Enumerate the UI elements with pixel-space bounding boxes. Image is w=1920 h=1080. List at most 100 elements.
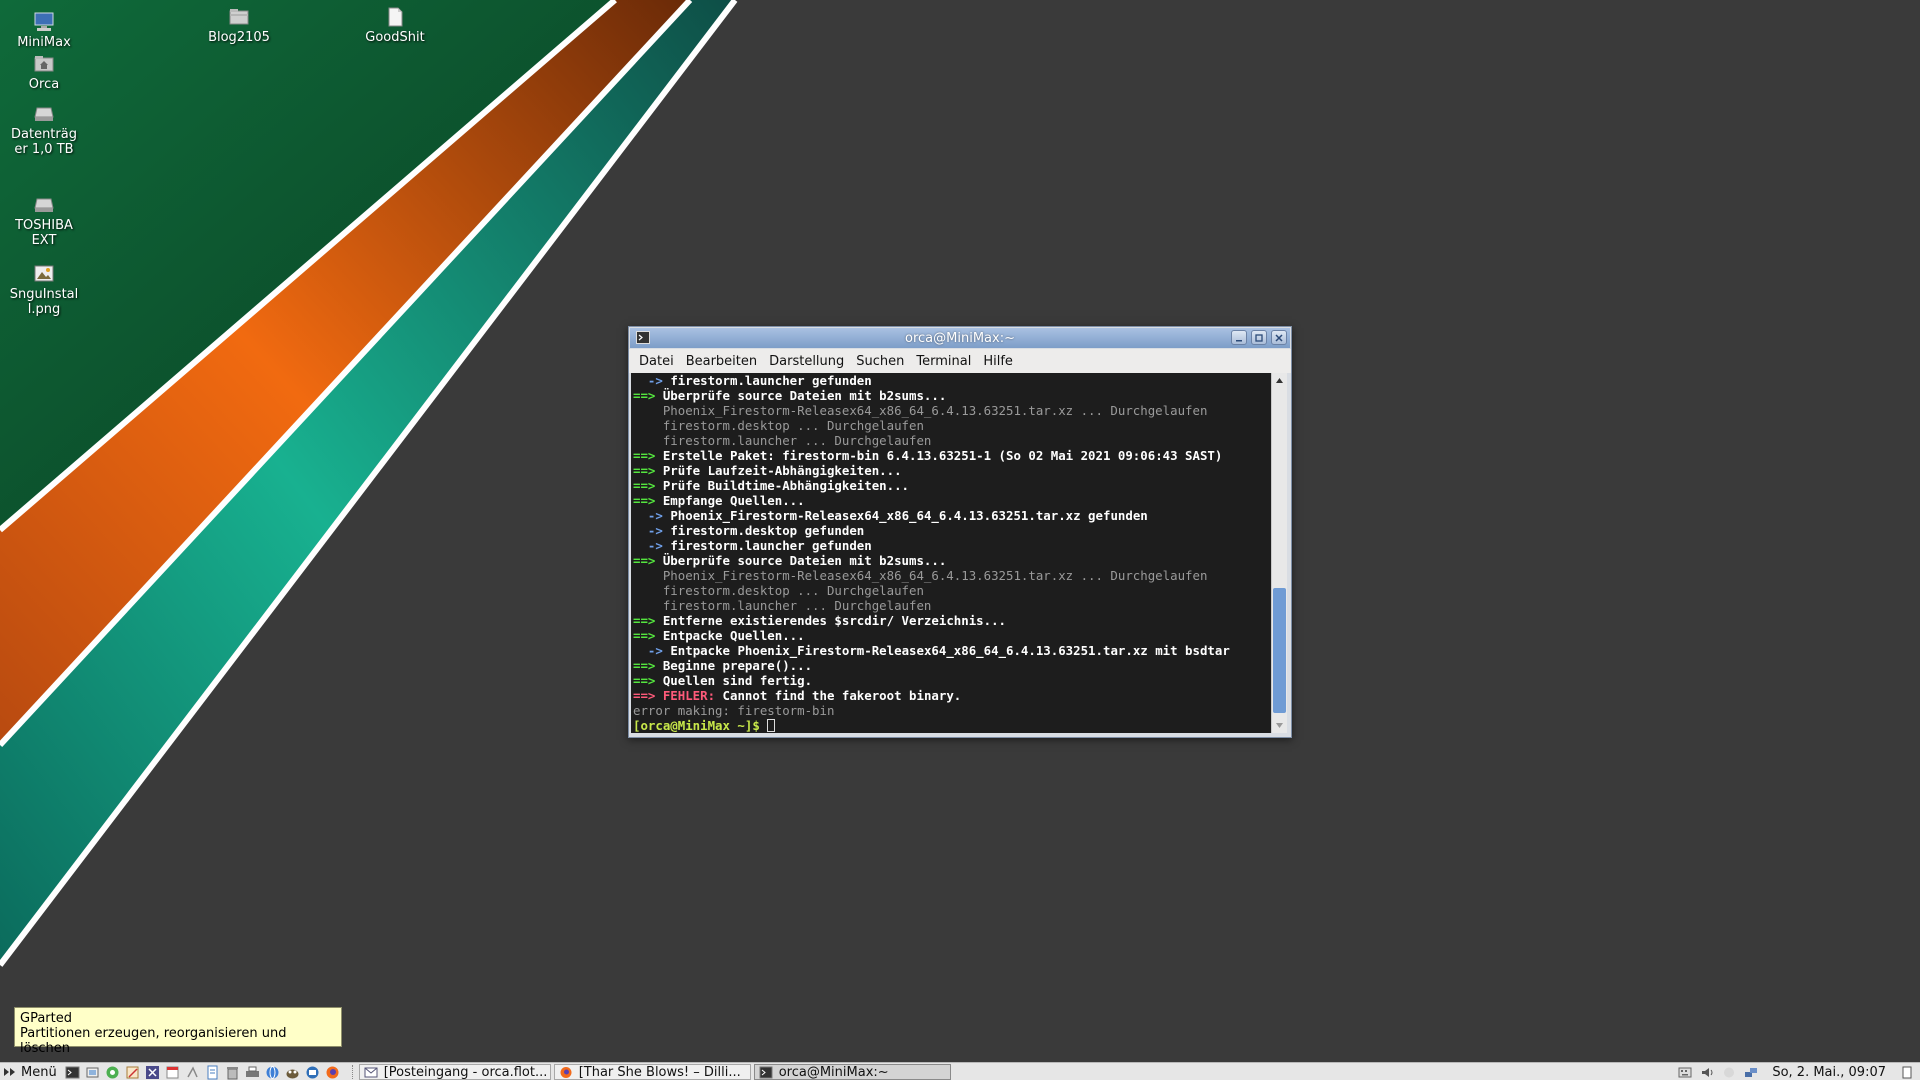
terminal-icon (636, 331, 650, 344)
firefox-icon[interactable] (325, 1065, 340, 1080)
terminal-text: firestorm.launcher gefunden (670, 373, 872, 388)
drive-icon (34, 198, 54, 212)
close-button[interactable] (1271, 330, 1287, 345)
terminal-text: Phoenix_Firestorm-Releasex64_x86_64_6.4.… (633, 568, 1208, 583)
gparted-tooltip: GParted Partitionen erzeugen, reorganisi… (14, 1007, 342, 1056)
menu-bearbeiten[interactable]: Bearbeiten (680, 354, 763, 369)
terminal-text: Empfange Quellen... (662, 493, 805, 508)
home-folder-icon (34, 56, 54, 72)
folder-icon (229, 9, 249, 25)
maximize-icon (1255, 333, 1263, 342)
close-icon (1275, 333, 1283, 342)
terminal-line: ==> FEHLER: Cannot find the fakeroot bin… (633, 688, 1271, 703)
terminal-icon[interactable] (65, 1065, 80, 1080)
menu-suchen[interactable]: Suchen (850, 354, 910, 369)
terminal-line: ==> Entpacke Quellen... (633, 628, 1271, 643)
printer-icon[interactable] (245, 1065, 260, 1080)
desktop-icon-goodshit[interactable]: GoodShit (351, 7, 439, 45)
menu-datei[interactable]: Datei (633, 354, 680, 369)
keyboard-icon[interactable] (1678, 1066, 1692, 1079)
volume-icon[interactable] (1700, 1066, 1714, 1079)
firefox-icon (560, 1066, 572, 1078)
desktop-icon-snguinstall[interactable]: SnguInstall.png (0, 264, 88, 317)
browser-icon[interactable] (265, 1065, 280, 1080)
terminal-text: -> (633, 643, 671, 658)
terminal-text: -> (633, 508, 671, 523)
terminal-text: Phoenix_Firestorm-Releasex64_x86_64_6.4.… (633, 403, 1208, 418)
notes-icon[interactable] (185, 1065, 200, 1080)
settings-icon[interactable] (145, 1065, 160, 1080)
taskbar-separator (351, 1065, 355, 1079)
terminal-text: -> (633, 523, 671, 538)
task-posteingang[interactable]: [Posteingang - orca.flot... (358, 1064, 551, 1080)
document-icon[interactable] (205, 1065, 220, 1080)
terminal-window[interactable]: orca@MiniMax:~ Datei Bearbeiten Darstell… (628, 326, 1292, 738)
clock[interactable]: So, 2. Mai., 09:07 (1772, 1065, 1886, 1080)
terminal-text: Beginne prepare()... (662, 658, 813, 673)
maximize-button[interactable] (1251, 330, 1267, 345)
trash-icon[interactable] (225, 1065, 240, 1080)
terminal-line: -> firestorm.launcher gefunden (633, 538, 1271, 553)
task-terminal[interactable]: orca@MiniMax:~ (753, 1064, 951, 1080)
terminal-text: firestorm.desktop ... Durchgelaufen (633, 418, 924, 433)
calendar-icon[interactable] (165, 1065, 180, 1080)
terminal-text: Prüfe Laufzeit-Abhängigkeiten... (662, 463, 902, 478)
desktop-icon-blog2105[interactable]: Blog2105 (195, 7, 283, 45)
terminal-output[interactable]: -> firestorm.launcher gefunden ==> Überpr… (631, 373, 1272, 733)
terminal-text: firestorm.desktop ... Durchgelaufen (633, 583, 924, 598)
terminal-line: -> Phoenix_Firestorm-Releasex64_x86_64_6… (633, 508, 1271, 523)
minimize-icon (1236, 339, 1242, 341)
scrollbar-thumb[interactable] (1273, 588, 1287, 713)
window-titlebar[interactable]: orca@MiniMax:~ (630, 328, 1290, 348)
desktop-icon-datentraeger[interactable]: Datenträger 1,0 TB (0, 104, 88, 157)
gimp-icon[interactable] (285, 1065, 300, 1080)
files-icon[interactable] (85, 1065, 100, 1080)
terminal-text: Phoenix_Firestorm-Releasex64_x86_64_6.4.… (670, 508, 1148, 523)
terminal-line: Phoenix_Firestorm-Releasex64_x86_64_6.4.… (633, 568, 1271, 583)
desktop-icon-minimax[interactable]: MiniMax (0, 12, 88, 50)
scroll-down-icon[interactable] (1275, 721, 1284, 730)
text-editor-icon[interactable] (125, 1065, 140, 1080)
terminal-text: Überprüfe source Dateien mit b2sums... (662, 388, 947, 403)
terminal-line: ==> Empfange Quellen... (633, 493, 1271, 508)
system-tray: So, 2. Mai., 09:07 (1678, 1065, 1920, 1080)
update-icon[interactable] (1722, 1066, 1736, 1079)
show-desktop-icon[interactable] (1900, 1066, 1914, 1079)
terminal-text: Quellen sind fertig. (662, 673, 813, 688)
terminal-line: firestorm.launcher ... Durchgelaufen (633, 433, 1271, 448)
desktop-icon-toshiba-ext[interactable]: TOSHIBA EXT (0, 195, 88, 248)
terminal-line: -> firestorm.launcher gefunden (633, 373, 1271, 388)
terminal-text: firestorm.launcher gefunden (670, 538, 872, 553)
network-icon[interactable] (105, 1065, 120, 1080)
terminal-line: ==> Entferne existierendes $srcdir/ Verz… (633, 613, 1271, 628)
menu-hilfe[interactable]: Hilfe (977, 354, 1019, 369)
tooltip-title: GParted (20, 1011, 72, 1026)
terminal-text: Entferne existierendes $srcdir/ Verzeich… (662, 613, 1006, 628)
network-icon[interactable] (1744, 1066, 1758, 1079)
terminal-line: -> Entpacke Phoenix_Firestorm-Releasex64… (633, 643, 1271, 658)
window-title: orca@MiniMax:~ (905, 330, 1015, 346)
terminal-scrollbar[interactable] (1271, 373, 1287, 733)
document-icon (388, 7, 403, 27)
terminal-text: ==> (633, 448, 663, 463)
thunderbird-icon[interactable] (305, 1065, 320, 1080)
image-file-icon (34, 265, 54, 282)
terminal-line: ==> Prüfe Laufzeit-Abhängigkeiten... (633, 463, 1271, 478)
menu-icon (4, 1068, 15, 1076)
minimize-button[interactable] (1231, 330, 1247, 345)
menu-darstellung[interactable]: Darstellung (763, 354, 850, 369)
terminal-text: ==> (633, 478, 663, 493)
terminal-text: -> (633, 373, 671, 388)
start-menu-button[interactable]: Menü (0, 1063, 61, 1080)
menu-terminal[interactable]: Terminal (910, 354, 977, 369)
terminal-line: Phoenix_Firestorm-Releasex64_x86_64_6.4.… (633, 403, 1271, 418)
desktop-icon-orca[interactable]: Orca (0, 54, 88, 92)
drive-icon (34, 107, 54, 121)
terminal-text: ==> FEHLER: (633, 688, 723, 703)
terminal-text: Entpacke Phoenix_Firestorm-Releasex64_x8… (670, 643, 1230, 658)
scroll-up-icon[interactable] (1275, 376, 1284, 385)
tooltip-text: Partitionen erzeugen, reorganisieren und… (20, 1026, 287, 1056)
task-firefox[interactable]: [Thar She Blows! – Dilli... (553, 1064, 751, 1080)
terminal-line: [orca@MiniMax ~]$ (633, 718, 1271, 733)
terminal-text: firestorm.launcher ... Durchgelaufen (633, 598, 932, 613)
